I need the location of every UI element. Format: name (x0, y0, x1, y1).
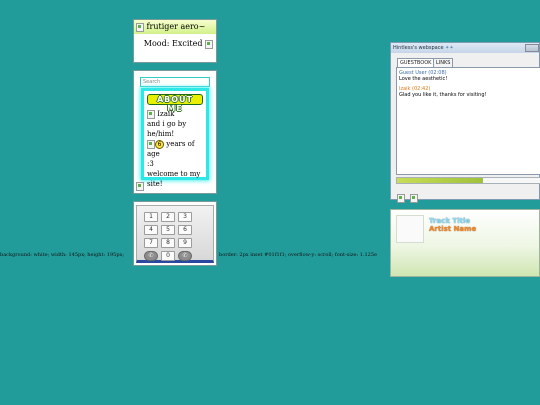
key-9[interactable]: 9 (178, 238, 192, 248)
broken-image-icon (147, 139, 155, 149)
entry-text: Love the aesthetic! (399, 76, 448, 82)
mood-card-header: frutiger aero~ (134, 20, 216, 34)
about-me-body: Izaik and i go by he/him! 6 years of age… (144, 105, 206, 189)
track-title: Track Title (429, 217, 471, 225)
about-me-title: ABOUT ME (147, 94, 203, 113)
profile-card: Search ABOUT ME Izaik and i go by he/him… (133, 70, 217, 194)
welcome-text: welcome to my (147, 170, 201, 178)
raw-css-text-right: border: 2px inset #01f1f1; overflow-y: s… (219, 252, 377, 258)
window-title: Hintless's webspace (393, 45, 444, 51)
mood-text: Mood: Excited (143, 39, 203, 48)
broken-image-icon (410, 194, 419, 203)
close-button[interactable] (525, 44, 539, 52)
progress-fill (397, 178, 483, 183)
broken-image-icon (147, 109, 155, 119)
key-6[interactable]: 6 (178, 225, 192, 235)
keypad: 1 2 3 4 5 6 7 8 9 ✆ 0 ✆ (136, 205, 214, 263)
broken-image-icon (205, 39, 213, 49)
smiley-icon: 6 (155, 139, 164, 149)
key-1[interactable]: 1 (144, 212, 158, 222)
key-0[interactable]: 0 (161, 251, 175, 261)
mood-card-title: frutiger aero~ (146, 22, 206, 31)
sparkle-icon: ✦✦ (445, 45, 454, 51)
hangup-key-icon[interactable]: ✆ (178, 251, 192, 261)
artist-name: Artist Name (429, 225, 477, 233)
guestbook-entry: Izaik (02:42) Glad you like it, thanks f… (397, 86, 540, 98)
window-footer (397, 188, 419, 207)
profile-name: Izaik (157, 110, 175, 118)
key-7[interactable]: 7 (144, 238, 158, 248)
mood-card: frutiger aero~ Mood: Excited (133, 19, 217, 63)
pronoun-line: and i go by he/him! (147, 120, 187, 138)
site-text: site! (147, 180, 163, 188)
search-input[interactable]: Search (140, 77, 210, 87)
tab-links[interactable]: LINKS (433, 58, 454, 67)
key-3[interactable]: 3 (178, 212, 192, 222)
broken-image-icon (397, 194, 405, 203)
face-text: :3 (147, 160, 154, 168)
key-2[interactable]: 2 (161, 212, 175, 222)
raw-css-text-left: background: white; width: 145px; height:… (0, 252, 125, 258)
webspace-window: Hintless's webspace ✦✦ GUESTBOOK LINKS G… (390, 42, 540, 203)
about-me-box[interactable]: ABOUT ME Izaik and i go by he/him! 6 yea… (141, 88, 209, 188)
keypad-card: 1 2 3 4 5 6 7 8 9 ✆ 0 ✆ (133, 201, 217, 266)
broken-image-icon (136, 22, 144, 32)
guestbook-entry: Guest User (02:08) Love the aesthetic! (397, 70, 540, 82)
music-player: Track Title Artist Name (390, 209, 540, 277)
key-5[interactable]: 5 (161, 225, 175, 235)
mood-line: Mood: Excited (134, 34, 216, 49)
album-art (396, 215, 424, 243)
tab-guestbook[interactable]: GUESTBOOK (397, 58, 435, 67)
key-4[interactable]: 4 (144, 225, 158, 235)
window-titlebar[interactable]: Hintless's webspace ✦✦ (391, 43, 539, 53)
call-key-icon[interactable]: ✆ (144, 251, 158, 261)
progress-bar (396, 177, 540, 184)
broken-image-icon (136, 182, 144, 191)
key-8[interactable]: 8 (161, 238, 175, 248)
entry-text: Glad you like it, thanks for visiting! (399, 92, 487, 98)
guestbook-panel: Guest User (02:08) Love the aesthetic! I… (396, 67, 540, 175)
